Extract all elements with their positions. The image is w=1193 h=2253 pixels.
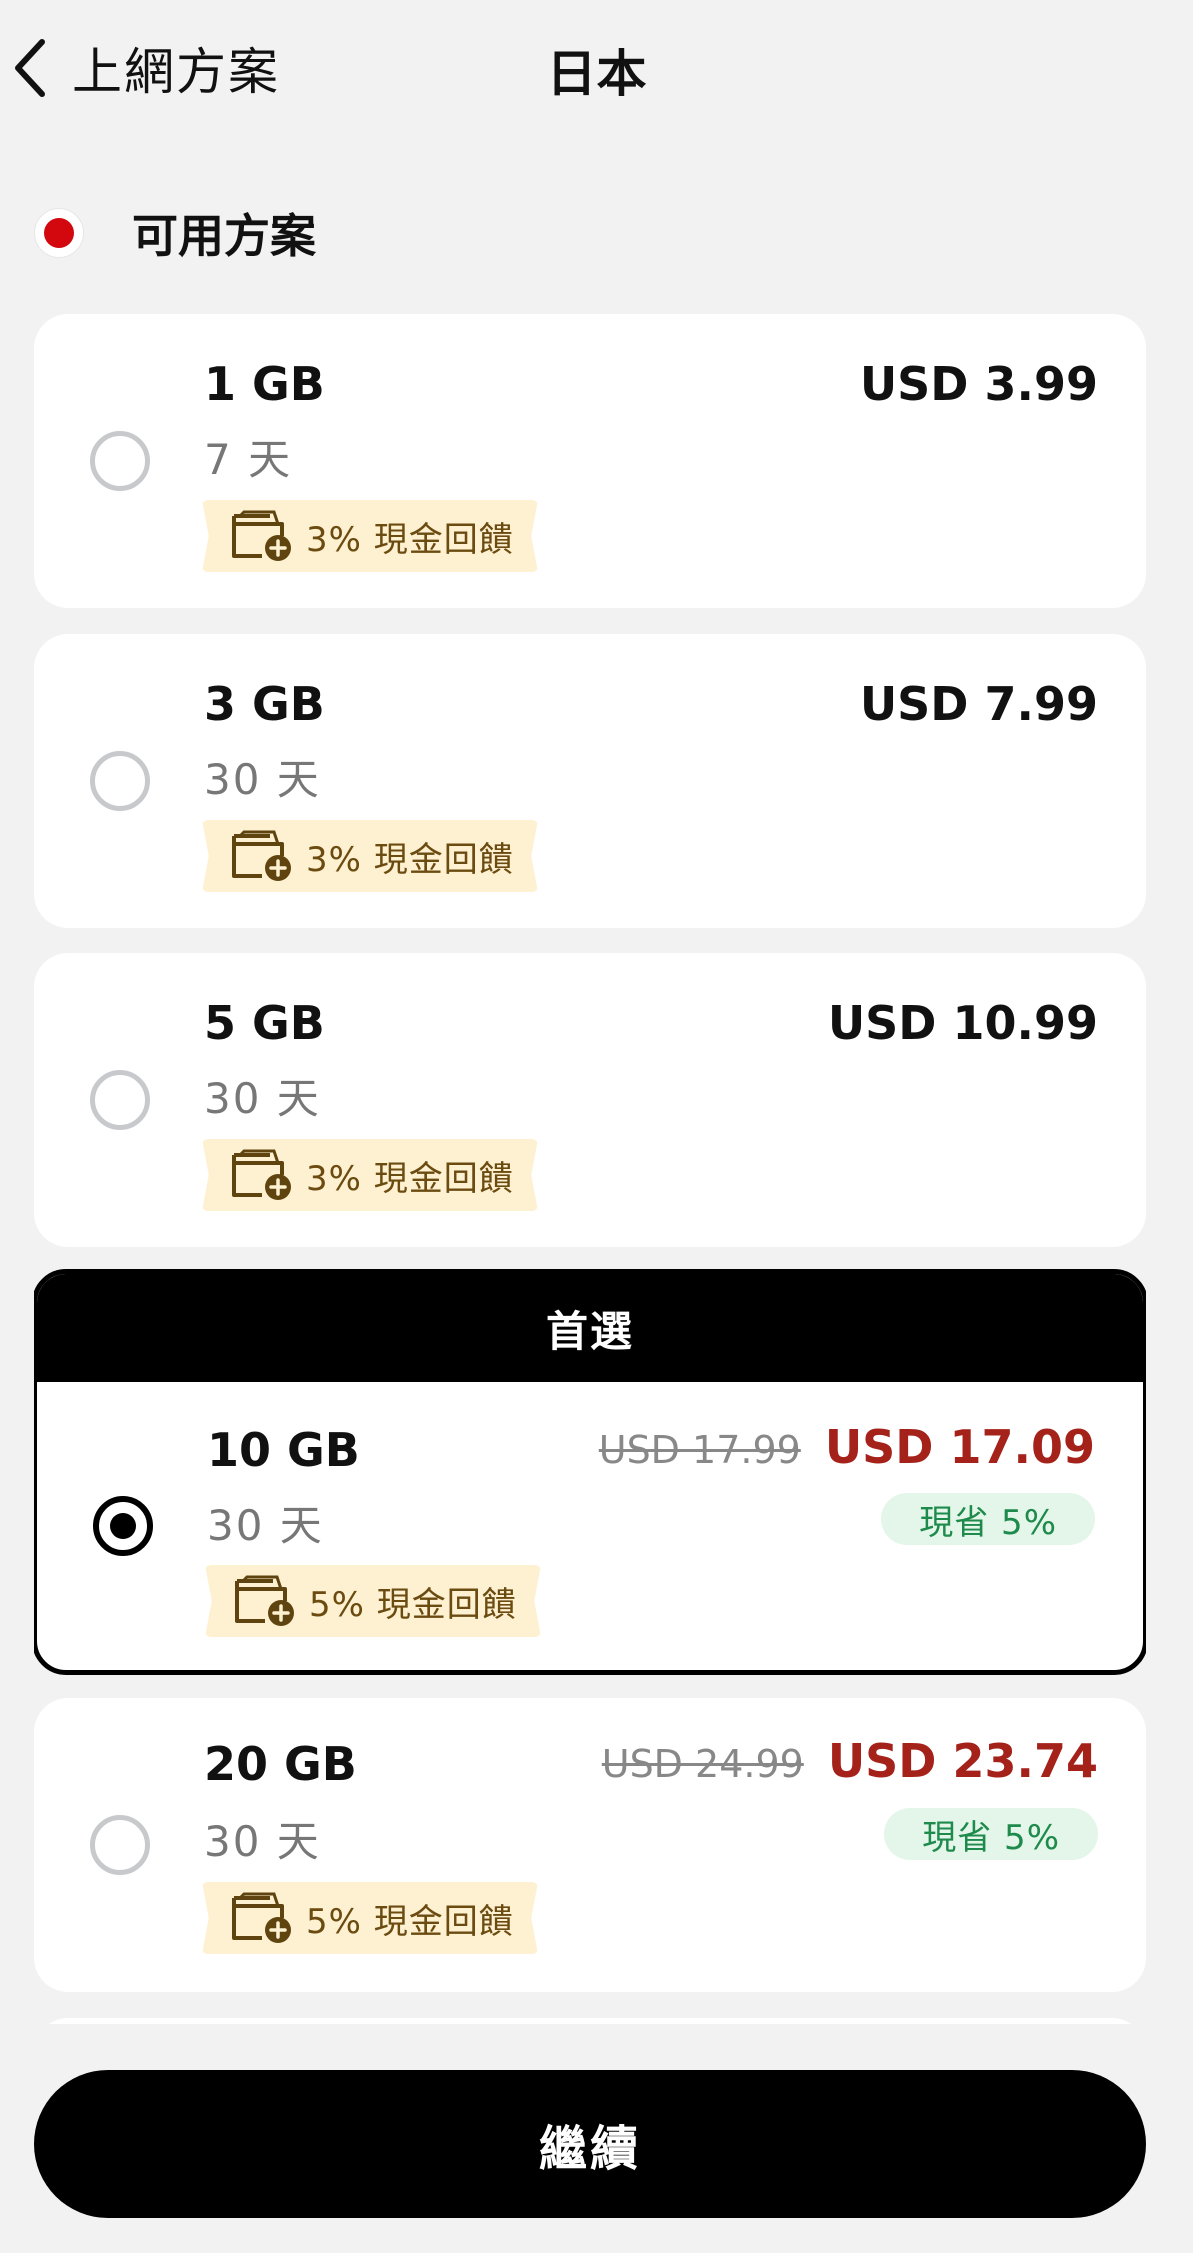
- cashback-text: 3% 現金回饋: [306, 1158, 514, 1199]
- plan-data-amount: 20 GB: [204, 1737, 357, 1791]
- plan-card-3gb[interactable]: 3 GB USD 7.99 30 天 3% 現金回饋: [34, 634, 1146, 928]
- plan-price: USD 10.99: [827, 996, 1098, 1050]
- cashback-text: 5% 現金回饋: [309, 1584, 517, 1625]
- plan-validity: 30 天: [204, 1817, 321, 1866]
- cashback-badge: 3% 現金回饋: [202, 1139, 538, 1211]
- plan-validity: 30 天: [207, 1501, 324, 1550]
- cashback-text: 5% 現金回饋: [306, 1901, 514, 1942]
- japan-flag-icon: [34, 208, 84, 258]
- wallet-plus-icon: [235, 1575, 294, 1626]
- section-header: 可用方案: [34, 200, 316, 266]
- cashback-text: 3% 現金回饋: [306, 839, 514, 880]
- plan-validity: 7 天: [204, 435, 293, 484]
- plan-data-amount: 1 GB: [204, 357, 325, 411]
- discounted-price: USD 23.74: [827, 1734, 1098, 1788]
- plan-card-20gb[interactable]: 20 GB USD 24.99 USD 23.74 現省 5% 30 天 5% …: [34, 1698, 1146, 1992]
- continue-button[interactable]: 繼續: [34, 2070, 1146, 2218]
- plan-radio[interactable]: [90, 1815, 150, 1875]
- original-price: USD 24.99: [601, 1742, 804, 1786]
- plan-data-amount: 3 GB: [204, 677, 325, 731]
- cashback-badge: 3% 現金回饋: [202, 820, 538, 892]
- wallet-plus-icon: [232, 830, 291, 881]
- cashback-badge: 5% 現金回饋: [202, 1882, 538, 1954]
- plan-radio[interactable]: [90, 1070, 150, 1130]
- plan-data-amount: 5 GB: [204, 996, 325, 1050]
- wallet-plus-icon: [232, 1892, 291, 1943]
- cashback-badge: 5% 現金回饋: [205, 1565, 541, 1637]
- plan-price: USD 3.99: [859, 357, 1098, 411]
- section-title: 可用方案: [132, 209, 316, 263]
- plan-card-5gb[interactable]: 5 GB USD 10.99 30 天 3% 現金回饋: [34, 953, 1146, 1247]
- plan-price-row: USD 17.99 USD 17.09: [599, 1420, 1095, 1474]
- plan-card-next[interactable]: [34, 2018, 1146, 2024]
- screen: 上網方案 日本 可用方案 1 GB USD 3.99 7 天 3% 現金回饋 3…: [0, 0, 1193, 2253]
- original-price: USD 17.99: [598, 1428, 801, 1472]
- plan-price: USD 7.99: [859, 677, 1098, 731]
- plan-validity: 30 天: [204, 755, 321, 804]
- savings-badge: 現省 5%: [884, 1808, 1098, 1860]
- plan-card-1gb[interactable]: 1 GB USD 3.99 7 天 3% 現金回饋: [34, 314, 1146, 608]
- wallet-plus-icon: [232, 510, 291, 561]
- plan-price-row: USD 24.99 USD 23.74: [602, 1734, 1098, 1788]
- discounted-price: USD 17.09: [824, 1420, 1095, 1474]
- plan-validity: 30 天: [204, 1074, 321, 1123]
- plan-card-10gb[interactable]: 首選 10 GB USD 17.99 USD 17.09 現省 5% 30 天 …: [34, 1269, 1146, 1675]
- header: 上網方案 日本: [0, 0, 1193, 140]
- plan-radio[interactable]: [90, 431, 150, 491]
- plan-data-amount: 10 GB: [207, 1423, 360, 1477]
- cashback-text: 3% 現金回饋: [306, 519, 514, 560]
- featured-banner: 首選: [37, 1274, 1143, 1382]
- cashback-badge: 3% 現金回饋: [202, 500, 538, 572]
- plan-radio-selected[interactable]: [93, 1496, 153, 1556]
- plan-radio[interactable]: [90, 751, 150, 811]
- wallet-plus-icon: [232, 1149, 291, 1200]
- page-title: 日本: [546, 45, 647, 103]
- plan-list: 1 GB USD 3.99 7 天 3% 現金回饋 3 GB USD 7.99 …: [34, 314, 1146, 2024]
- savings-badge: 現省 5%: [881, 1493, 1095, 1545]
